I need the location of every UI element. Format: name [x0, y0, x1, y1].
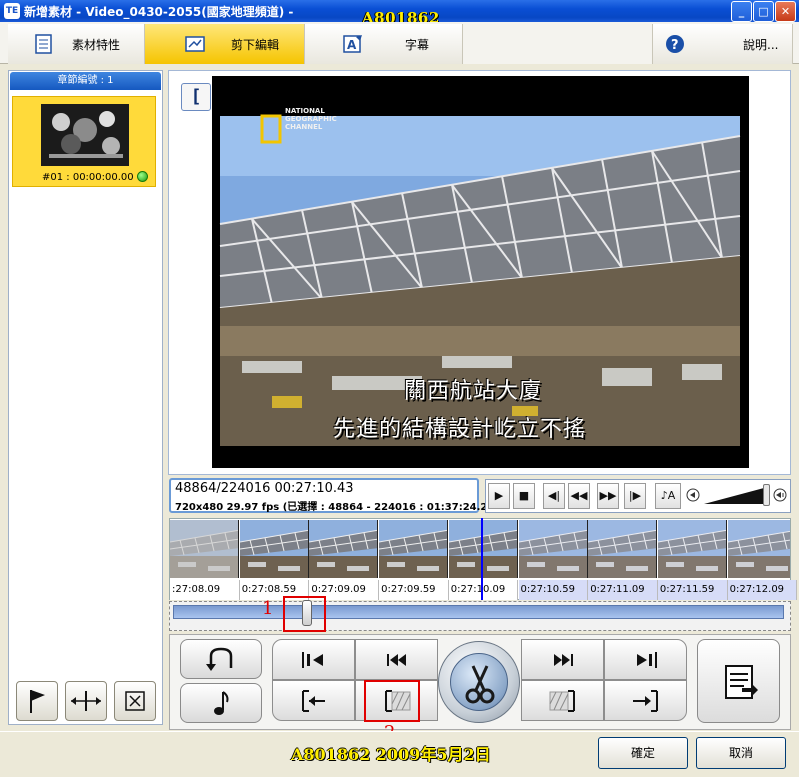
film-frame: [448, 520, 518, 578]
tab-subtitle[interactable]: A 字幕: [305, 24, 463, 64]
maximize-button[interactable]: □: [753, 1, 774, 22]
export-document-icon: [725, 665, 758, 699]
timecode-cell: 0:27:10.59: [518, 580, 589, 600]
svg-text:?: ?: [671, 38, 679, 53]
tab-label: 說明...: [743, 38, 779, 52]
chapter-item-label: #01 : 00:00:00.00: [42, 172, 134, 183]
mark-in-arrow-icon: [302, 690, 325, 712]
tab-label: 字幕: [405, 38, 430, 52]
timecode-cell: 0:27:12.09: [727, 580, 798, 600]
film-frame: [518, 520, 588, 578]
video-preview: [212, 76, 749, 468]
next-frame-button[interactable]: |▶: [624, 483, 646, 509]
volume-high-icon: [773, 488, 787, 502]
music-note-icon: [214, 691, 229, 715]
timecode-cell: 0:27:11.59: [657, 580, 728, 600]
volume-slider-track[interactable]: [704, 487, 764, 505]
subtitle-pen-icon: A: [343, 35, 362, 53]
step-back-button[interactable]: [355, 639, 438, 680]
flag-icon: [30, 690, 45, 713]
stop-button[interactable]: ■: [513, 483, 535, 509]
document-list-icon: [35, 34, 52, 54]
tab-help[interactable]: ? 說明...: [653, 24, 793, 64]
set-mark-out-arrow-button[interactable]: [604, 680, 687, 721]
export-button[interactable]: [697, 639, 780, 723]
mark-in-bracket-button[interactable]: [: [181, 83, 211, 111]
chapter-thumbnail: [41, 104, 129, 166]
minimize-button[interactable]: _: [731, 1, 752, 22]
delete-chapter-button[interactable]: [114, 681, 156, 721]
split-arrows-icon: [71, 691, 101, 711]
fast-forward-button[interactable]: ▶▶: [597, 483, 619, 509]
tab-label: 素材特性: [72, 38, 121, 52]
ok-button[interactable]: 確定: [598, 737, 688, 769]
tab-material-properties[interactable]: 素材特性: [8, 24, 145, 64]
audio-track-button[interactable]: ♪A: [655, 483, 681, 509]
timecode-cell: 0:27:11.09: [588, 580, 658, 600]
set-mark-in-arrow-button[interactable]: [272, 680, 355, 721]
tab-label: 剪下編輯: [231, 38, 280, 52]
film-frame: [170, 520, 239, 578]
video-subtitle-line-2: 先進的結構設計屹立不搖: [333, 417, 587, 442]
skip-to-mark-in-icon: [302, 652, 323, 668]
volume-low-icon: [686, 488, 700, 502]
cut-button[interactable]: [450, 653, 508, 711]
film-frame: [657, 520, 727, 578]
format-selection-readout: 720x480 29.97 fps (已選擇 : 48864 - 224016 …: [175, 502, 495, 513]
film-frame: [727, 520, 790, 578]
timecode-cell: 0:27:09.59: [379, 580, 449, 600]
timecode-cell: :27:08.09: [170, 580, 240, 600]
delete-box-icon: [125, 691, 145, 711]
film-strip[interactable]: [170, 520, 790, 578]
step-forward-icon: [554, 654, 573, 666]
mark-out-arrow-icon: [633, 690, 658, 712]
close-button[interactable]: ✕: [775, 1, 796, 22]
tab-cut-edit[interactable]: 剪下編輯: [145, 24, 305, 64]
undo-loop-icon: [206, 647, 233, 671]
film-frame: [379, 520, 449, 578]
flag-button[interactable]: [16, 681, 58, 721]
rewind-button[interactable]: ◀◀: [568, 483, 590, 509]
scissors-icon: [465, 665, 495, 704]
split-button[interactable]: [65, 681, 107, 721]
skip-to-mark-out-icon: [637, 652, 657, 668]
video-subtitle-line-1: 關西航站大廈: [404, 379, 543, 404]
help-icon: ?: [666, 35, 684, 53]
cancel-button[interactable]: 取消: [696, 737, 786, 769]
film-frame: [309, 520, 379, 578]
chapter-header: 章節編號 : 1: [10, 72, 161, 90]
frame-time-readout: 48864/224016 00:27:10.43: [175, 481, 354, 496]
film-edit-icon: [185, 36, 205, 52]
play-button[interactable]: ▶: [488, 483, 510, 509]
annotation-number-1: 1: [262, 598, 274, 619]
tab-spacer: [463, 24, 653, 64]
annotation-box-2: [364, 680, 420, 722]
set-mark-out-button[interactable]: [521, 680, 604, 721]
film-frame: [588, 520, 658, 578]
step-forward-button[interactable]: [521, 639, 604, 680]
app-icon: TE: [4, 3, 20, 19]
timeline-playhead[interactable]: [481, 518, 483, 600]
timecode-cell: 0:27:10.09: [448, 580, 519, 600]
go-to-mark-out-button[interactable]: [604, 639, 687, 680]
status-dot-icon: [137, 171, 148, 182]
volume-slider-knob[interactable]: [763, 484, 770, 506]
step-back-icon: [387, 654, 406, 666]
channel-logo: NATIONAL GEOGRAPHIC CHANNEL: [285, 107, 337, 131]
svg-text:A: A: [347, 38, 357, 52]
watermark-bottom: A801862 2009年5月2日: [291, 745, 491, 764]
audio-button[interactable]: [180, 683, 262, 723]
prev-frame-button[interactable]: ◀|: [543, 483, 565, 509]
go-to-mark-in-button[interactable]: [272, 639, 355, 680]
window-title: 新增素材 - Video_0430-2055(國家地理頻道) -: [24, 5, 294, 19]
annotation-box-1: [283, 596, 326, 632]
undo-button[interactable]: [180, 639, 262, 679]
film-frame: [239, 520, 309, 578]
mark-out-hatched-icon: [549, 690, 575, 712]
